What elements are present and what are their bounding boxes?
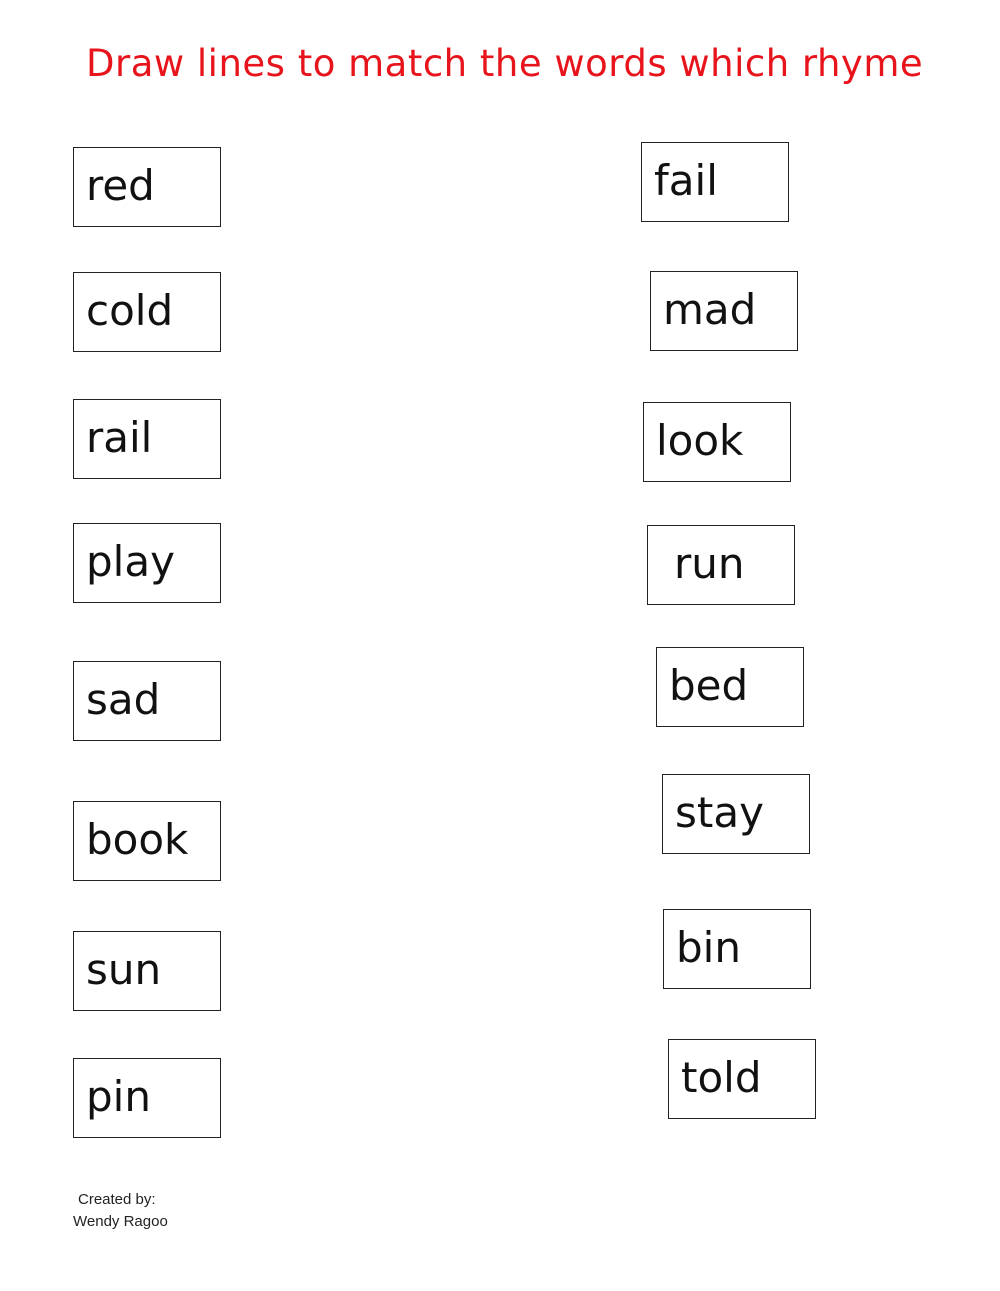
left-word-box[interactable]: red bbox=[73, 147, 221, 227]
right-word-box[interactable]: stay bbox=[662, 774, 810, 854]
worksheet-title: Draw lines to match the words which rhym… bbox=[86, 42, 924, 85]
credit-author: Wendy Ragoo bbox=[73, 1213, 168, 1230]
word-label: bin bbox=[676, 923, 741, 972]
credit-label: Created by: bbox=[78, 1191, 156, 1208]
right-word-box[interactable]: bin bbox=[663, 909, 811, 989]
word-label: stay bbox=[675, 788, 764, 837]
word-label: play bbox=[86, 537, 175, 586]
left-word-box[interactable]: pin bbox=[73, 1058, 221, 1138]
word-label: bed bbox=[669, 661, 749, 710]
word-label: fail bbox=[654, 156, 718, 205]
word-label: mad bbox=[663, 285, 757, 334]
right-word-box[interactable]: look bbox=[643, 402, 791, 482]
left-word-box[interactable]: play bbox=[73, 523, 221, 603]
word-label: told bbox=[681, 1053, 762, 1102]
word-label: cold bbox=[86, 286, 174, 335]
right-word-box[interactable]: fail bbox=[641, 142, 789, 222]
right-word-box[interactable]: run bbox=[647, 525, 795, 605]
word-label: sun bbox=[86, 945, 162, 994]
word-label: look bbox=[656, 416, 744, 465]
word-label: pin bbox=[86, 1072, 151, 1121]
left-word-box[interactable]: sun bbox=[73, 931, 221, 1011]
left-word-box[interactable]: cold bbox=[73, 272, 221, 352]
right-word-box[interactable]: told bbox=[668, 1039, 816, 1119]
word-label: book bbox=[86, 815, 189, 864]
left-word-box[interactable]: book bbox=[73, 801, 221, 881]
right-word-box[interactable]: mad bbox=[650, 271, 798, 351]
word-label: rail bbox=[86, 413, 153, 462]
word-label: red bbox=[86, 161, 155, 210]
word-label: sad bbox=[86, 675, 161, 724]
right-word-box[interactable]: bed bbox=[656, 647, 804, 727]
word-label: run bbox=[674, 539, 745, 588]
left-word-box[interactable]: rail bbox=[73, 399, 221, 479]
left-word-box[interactable]: sad bbox=[73, 661, 221, 741]
